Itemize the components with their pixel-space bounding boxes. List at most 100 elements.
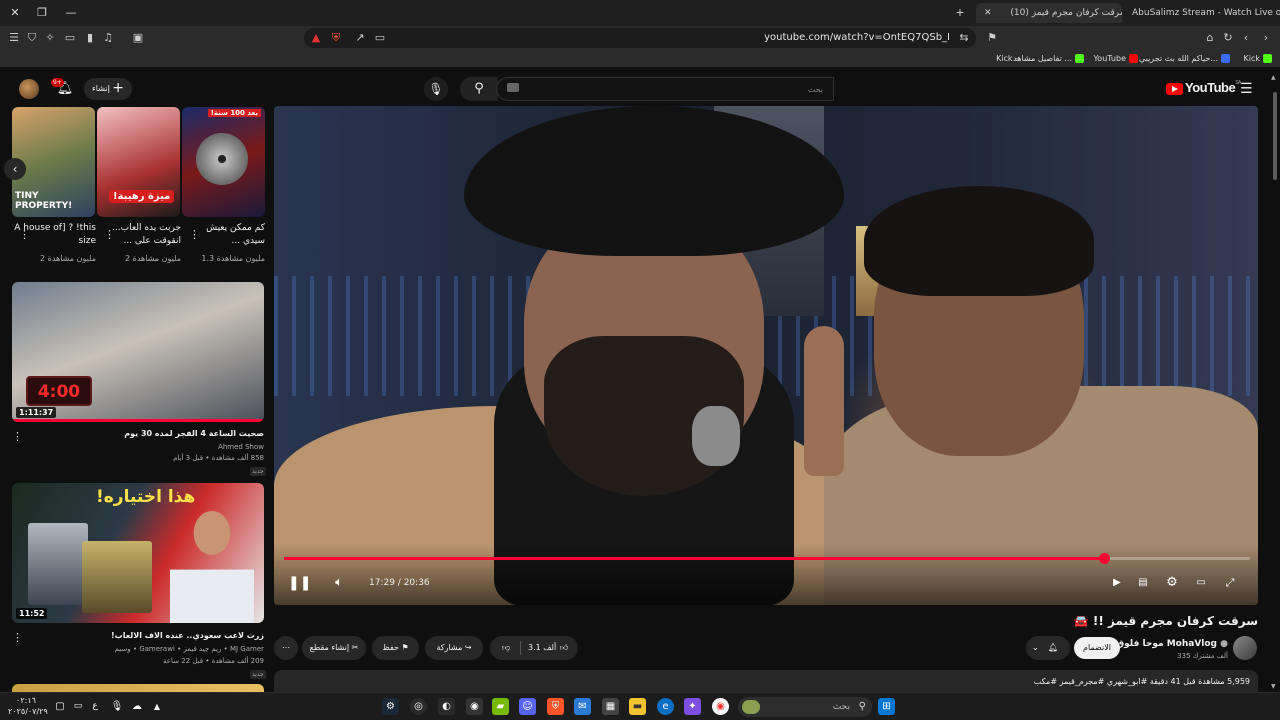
chrome-icon[interactable]: ◉ <box>712 698 729 715</box>
more-options-icon[interactable]: ⋮ <box>12 631 23 644</box>
more-options-icon[interactable]: ⋮ <box>104 228 115 241</box>
more-actions-icon[interactable]: ⋯ <box>274 636 298 660</box>
bookmark-live[interactable]: حياكم الله بث تجريبي... <box>1139 52 1230 66</box>
store-icon[interactable]: ▦ <box>602 698 619 715</box>
scroll-thumb[interactable] <box>1273 92 1277 180</box>
reader-icon[interactable]: ▭ <box>62 30 78 46</box>
scroll-up-icon[interactable]: ▲ <box>1271 74 1276 81</box>
cloud-icon[interactable]: ☁ <box>130 698 144 715</box>
tab-active[interactable]: ✕ (10) سرقت كرفان مجرم قيمز !! 🚘 <box>976 3 1122 23</box>
page-scrollbar[interactable]: ▲ ▼ <box>1270 72 1280 692</box>
back-icon[interactable]: ‹ <box>1238 30 1254 46</box>
settings-icon[interactable]: ⚙ <box>1163 572 1181 594</box>
save-button[interactable]: حفظ ⚑ <box>372 636 419 660</box>
sidebar-icon[interactable]: ▮ <box>82 30 98 46</box>
close-window-icon[interactable]: ✕ <box>6 4 24 22</box>
bookmark-youtube[interactable]: YouTube <box>1093 52 1138 66</box>
clip-button[interactable]: إنشاء مقطع ✂ <box>302 636 366 660</box>
search-input[interactable]: بحث <box>496 77 834 101</box>
teams-icon[interactable]: ☺ <box>519 698 536 715</box>
restore-window-icon[interactable]: ❐ <box>33 4 51 22</box>
channel-name[interactable]: Ahmed Show <box>20 442 264 452</box>
like-count[interactable]: 3.1 ألف <box>528 636 556 660</box>
warning-icon[interactable]: ▲ <box>308 30 324 46</box>
bookmark-icon[interactable]: ⚑ <box>984 30 1000 46</box>
shield-icon[interactable]: ⛉ <box>24 30 40 46</box>
short-thumbnail[interactable]: ميزة رهيبة! <box>97 107 180 217</box>
voice-search-icon[interactable]: 🎙︎ <box>424 77 448 101</box>
video-thumbnail[interactable] <box>12 684 264 692</box>
channel-avatar[interactable] <box>1233 636 1257 660</box>
share-button[interactable]: مشاركة ↪ <box>425 636 483 660</box>
channel-name[interactable]: موحا فلوق MohaVlog ● <box>1116 638 1228 650</box>
pause-icon[interactable]: ❚❚ <box>288 572 311 594</box>
system-clock[interactable]: ٠٢:١٦ ٢٠٢٥/٠٧/٢٩ <box>8 695 48 717</box>
fullscreen-icon[interactable]: ⤢ <box>1221 572 1239 594</box>
menu-icon[interactable]: ☰ <box>6 30 22 46</box>
video-title[interactable]: زرت لاعب سعودي.. عنده الاف الالعاب! <box>20 630 264 641</box>
bookmark-kick-2[interactable]: Kick - <box>996 52 1018 66</box>
join-button[interactable]: الانضمام <box>1074 637 1120 659</box>
create-button[interactable]: إنشاء + <box>84 78 132 100</box>
shorts-prev-icon[interactable]: ‹ <box>4 158 26 180</box>
volume-icon[interactable]: 🔈︎ <box>328 572 350 594</box>
start-icon[interactable]: ⊞ <box>878 698 895 715</box>
channel-name[interactable]: MJ Gamer • ريم جيد قيمز • Gamerawi • وسي… <box>20 644 264 654</box>
seek-bar[interactable] <box>284 553 1250 564</box>
dislike-icon[interactable]: 👎︎ <box>498 636 514 660</box>
home-icon[interactable]: ⌂ <box>1202 30 1218 46</box>
short-thumbnail[interactable]: بعد 100 سنة! <box>182 107 265 217</box>
search-icon[interactable]: ⚲ <box>460 77 498 101</box>
bookmark-details[interactable]: تفاصيل مشاهد ... <box>1013 52 1084 66</box>
video-thumbnail[interactable]: 4:00 1:11:37 <box>12 282 264 422</box>
notifications-icon[interactable]: ▢ <box>52 698 68 715</box>
address-bar[interactable]: ▲ ⛨ ↗ ▭ youtube.com/watch?v=OntEQ7QSb_I … <box>304 28 976 48</box>
video-thumbnail[interactable]: هذا اختياره! 11:52 <box>12 483 264 623</box>
tune-icon[interactable]: ⇆ <box>956 30 972 46</box>
copilot-icon[interactable]: ✦ <box>684 698 701 715</box>
app-icon[interactable]: ◉ <box>466 698 483 715</box>
taskbar-search[interactable]: بحث ⚲ <box>738 697 872 717</box>
scroll-down-icon[interactable]: ▼ <box>1271 683 1276 690</box>
cast-icon[interactable]: ▭ <box>372 30 388 46</box>
more-options-icon[interactable]: ⋮ <box>19 228 30 241</box>
file-explorer-icon[interactable]: ▬ <box>629 698 646 715</box>
new-tab-icon[interactable]: + <box>951 4 969 22</box>
forward-icon[interactable]: › <box>1258 30 1274 46</box>
short-thumbnail[interactable]: TINY PROPERTY! <box>12 107 95 217</box>
like-icon[interactable]: 👍︎ <box>556 636 572 660</box>
video-title[interactable]: صحيت الساعة 4 الفجر لمده 30 يوم <box>20 428 264 439</box>
brave-icon[interactable]: ⛨ <box>547 698 564 715</box>
guide-menu-icon[interactable]: ☰ <box>1240 81 1253 97</box>
keyboard-icon[interactable] <box>507 83 519 92</box>
more-options-icon[interactable]: ⋮ <box>189 228 200 241</box>
youtube-logo[interactable]: YouTubeSA <box>1166 80 1241 98</box>
outlook-icon[interactable]: ✉ <box>574 698 591 715</box>
app-icon[interactable]: ◐ <box>438 698 455 715</box>
close-tab-icon[interactable]: ✕ <box>984 8 992 18</box>
user-avatar[interactable] <box>19 79 39 99</box>
brave-shield-icon[interactable]: ⛨ <box>328 30 344 46</box>
subscribed-button[interactable]: ⌄ 🔔︎ <box>1026 636 1070 660</box>
share-page-icon[interactable]: ↗ <box>352 30 368 46</box>
nvidia-icon[interactable]: ▰ <box>492 698 509 715</box>
battery-icon[interactable]: ▭ <box>70 698 86 715</box>
reload-icon[interactable]: ↻ <box>1220 30 1236 46</box>
tab-inactive[interactable]: AbuSalimz Stream - Watch Live on K <box>1126 3 1280 23</box>
mic-icon[interactable]: 🎙︎ <box>110 698 124 715</box>
screenshot-icon[interactable]: ▣ <box>130 30 146 46</box>
tray-expand-icon[interactable]: ▲ <box>150 698 164 715</box>
media-icon[interactable]: ♫ <box>100 30 116 46</box>
steam-icon[interactable]: ⚙ <box>382 698 399 715</box>
edge-icon[interactable]: e <box>657 698 674 715</box>
language-indicator[interactable]: ع <box>88 698 102 715</box>
app-icon[interactable]: ◎ <box>410 698 427 715</box>
subtitles-icon[interactable]: ▤ <box>1134 572 1152 594</box>
bookmark-kick[interactable]: Kick <box>1244 52 1272 66</box>
video-player[interactable]: ❚❚ 🔈︎ 17:29 / 20:36 ▶ ▤ ⚙ ▭ ⤢ <box>274 106 1258 605</box>
minimize-window-icon[interactable]: — <box>62 4 80 22</box>
more-options-icon[interactable]: ⋮ <box>12 430 23 443</box>
autoplay-icon[interactable]: ▶ <box>1108 572 1126 594</box>
miniplayer-icon[interactable]: ▭ <box>1192 572 1210 594</box>
extensions-icon[interactable]: ✧ <box>42 30 58 46</box>
